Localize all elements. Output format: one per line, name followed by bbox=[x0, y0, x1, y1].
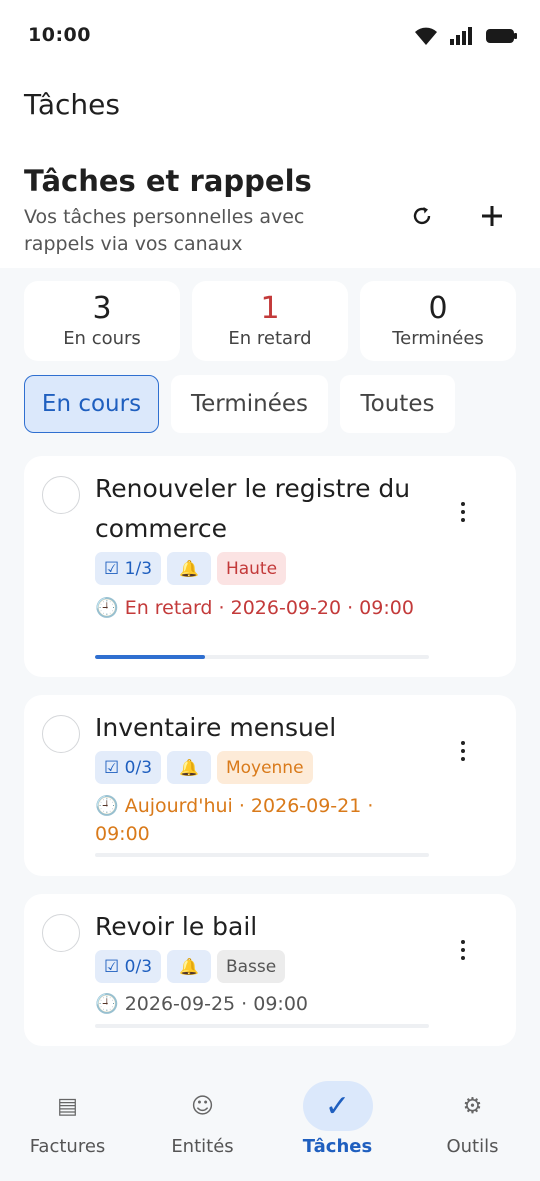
task-checkbox[interactable] bbox=[42, 914, 80, 952]
task-title: Renouveler le registre du commerce bbox=[95, 474, 411, 543]
page-header: Tâches et rappels Vos tâches personnelle… bbox=[0, 160, 540, 268]
subtask-count-badge: ☑ 0/3 bbox=[95, 950, 162, 983]
more-options-button[interactable] bbox=[451, 736, 475, 766]
filter-chip-in-progress[interactable]: En cours bbox=[24, 375, 159, 433]
kebab-dot bbox=[461, 940, 465, 944]
kebab-dot bbox=[461, 510, 465, 514]
refresh-button[interactable] bbox=[402, 196, 442, 236]
more-options-button[interactable] bbox=[451, 935, 475, 965]
stat-label: Terminées bbox=[392, 328, 484, 349]
plus-icon bbox=[482, 206, 502, 226]
subtask-count-badge: ☑ 1/3 bbox=[95, 552, 162, 585]
filter-chip-done[interactable]: Terminées bbox=[171, 375, 328, 433]
nav-item-invoices[interactable]: ▤ Factures bbox=[0, 1062, 135, 1181]
subtask-count-badge: ☑ 0/3 bbox=[95, 751, 162, 784]
bell-icon: 🔔 bbox=[167, 950, 211, 983]
refresh-icon bbox=[413, 207, 431, 225]
kebab-dot bbox=[461, 757, 465, 761]
page-subtitle: Vos tâches personnelles avec rappels via… bbox=[24, 206, 305, 255]
filter-chip-all[interactable]: Toutes bbox=[340, 375, 455, 433]
stat-done: 0 Terminées bbox=[360, 281, 516, 361]
stat-in-progress: 3 En cours bbox=[24, 281, 180, 361]
priority-badge: Basse bbox=[216, 950, 286, 983]
nav-item-entities[interactable]: ☺ Entités bbox=[135, 1062, 270, 1181]
kebab-dot bbox=[461, 518, 465, 522]
kebab-dot bbox=[461, 749, 465, 753]
nav-label: Factures bbox=[29, 1136, 106, 1157]
bottom-nav: ▤ Factures ☺ Entités ✓ Tâches ⚙ Outils bbox=[0, 1062, 540, 1181]
bell-icon: 🔔 bbox=[167, 552, 211, 585]
kebab-dot bbox=[461, 956, 465, 960]
status-icons bbox=[414, 26, 518, 46]
nav-item-tools[interactable]: ⚙ Outils bbox=[405, 1062, 540, 1181]
task-due: 🕘 En retard · 2026-09-20 · 09:00 bbox=[95, 597, 414, 619]
task-due: 🕘 Aujourd'hui · 2026-09-21 · 09:00 bbox=[95, 795, 374, 845]
stat-value: 0 bbox=[428, 291, 448, 326]
task-checkbox[interactable] bbox=[42, 715, 80, 753]
kebab-dot bbox=[461, 741, 465, 745]
task-checkbox[interactable] bbox=[42, 476, 80, 514]
task-badges: ☑ 0/3 🔔 Basse bbox=[95, 950, 286, 983]
nav-label: Tâches bbox=[302, 1136, 373, 1157]
nav-item-tasks[interactable]: ✓ Tâches bbox=[270, 1062, 405, 1181]
status-time: 10:00 bbox=[28, 24, 91, 46]
kebab-dot bbox=[461, 502, 465, 506]
status-bar: 10:00 bbox=[0, 0, 540, 74]
kebab-dot bbox=[461, 948, 465, 952]
stat-label: En retard bbox=[228, 328, 312, 349]
signal-icon bbox=[450, 27, 472, 45]
task-due: 🕘 2026-09-25 · 09:00 bbox=[95, 993, 308, 1015]
priority-badge: Haute bbox=[216, 552, 287, 585]
bell-icon: 🔔 bbox=[167, 751, 211, 784]
entities-icon: ☺ bbox=[191, 1093, 214, 1119]
task-progress-bar bbox=[95, 853, 429, 857]
stat-label: En cours bbox=[63, 328, 141, 349]
task-title: Inventaire mensuel bbox=[95, 713, 337, 742]
more-options-button[interactable] bbox=[451, 497, 475, 527]
invoice-icon: ▤ bbox=[57, 1093, 78, 1119]
add-task-button[interactable] bbox=[472, 196, 512, 236]
nav-label: Entités bbox=[171, 1136, 234, 1157]
gear-icon: ⚙ bbox=[462, 1093, 483, 1119]
nav-label: Outils bbox=[446, 1136, 499, 1157]
task-title: Revoir le bail bbox=[95, 912, 258, 941]
stat-overdue: 1 En retard bbox=[192, 281, 348, 361]
task-card[interactable]: Revoir le bail ☑ 0/3 🔔 Basse 🕘 2026-09-2… bbox=[24, 894, 516, 1046]
content-area: 3 En cours 1 En retard 0 Terminées En co… bbox=[0, 268, 540, 1062]
page-title: Tâches et rappels bbox=[24, 164, 312, 198]
task-badges: ☑ 1/3 🔔 Haute bbox=[95, 552, 287, 585]
stat-value: 3 bbox=[92, 291, 112, 326]
task-progress-bar bbox=[95, 655, 429, 659]
app-bar-title: Tâches bbox=[24, 88, 120, 121]
priority-badge: Moyenne bbox=[216, 751, 313, 784]
check-icon: ✓ bbox=[302, 1081, 373, 1131]
task-progress-fill bbox=[95, 655, 206, 659]
task-card[interactable]: Renouveler le registre du commerce ☑ 1/3… bbox=[24, 456, 516, 677]
task-badges: ☑ 0/3 🔔 Moyenne bbox=[95, 751, 313, 784]
battery-icon bbox=[486, 29, 517, 43]
task-card[interactable]: Inventaire mensuel ☑ 0/3 🔔 Moyenne 🕘 Auj… bbox=[24, 695, 516, 876]
stat-value: 1 bbox=[260, 291, 280, 326]
task-progress-bar bbox=[95, 1024, 429, 1028]
wifi-icon bbox=[415, 27, 437, 45]
